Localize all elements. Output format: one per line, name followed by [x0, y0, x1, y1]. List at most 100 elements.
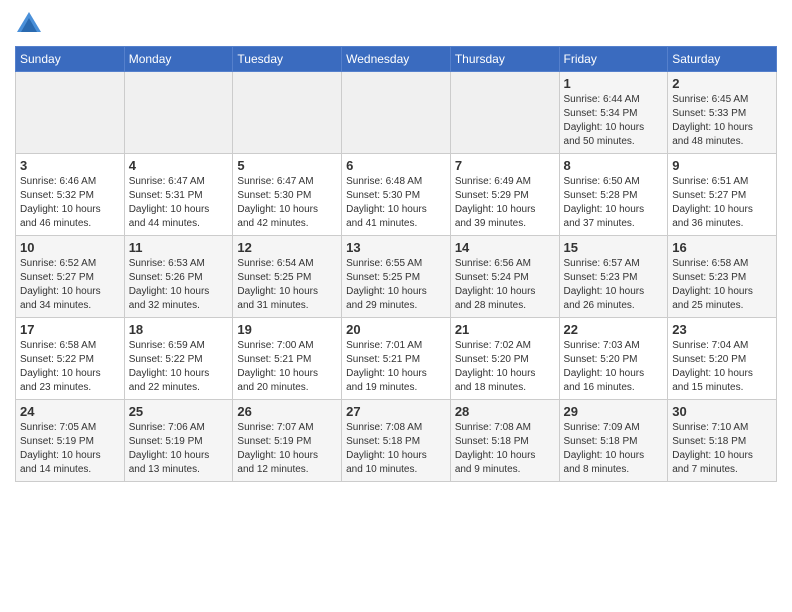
weekday-header-sunday: Sunday: [16, 47, 125, 72]
day-number: 17: [20, 322, 120, 337]
calendar-cell: 10 Sunrise: 6:52 AM Sunset: 5:27 PM Dayli…: [16, 236, 125, 318]
calendar-week-row: 3 Sunrise: 6:46 AM Sunset: 5:32 PM Daylig…: [16, 154, 777, 236]
day-number: 23: [672, 322, 772, 337]
day-info: Sunrise: 7:09 AM Sunset: 5:18 PM Dayligh…: [564, 421, 664, 477]
calendar-cell: 17 Sunrise: 6:58 AM Sunset: 5:22 PM Dayli…: [16, 318, 125, 400]
day-info: Sunrise: 6:51 AM Sunset: 5:27 PM Dayligh…: [672, 175, 772, 231]
day-number: 4: [129, 158, 229, 173]
calendar-cell: 16 Sunrise: 6:58 AM Sunset: 5:23 PM Dayli…: [668, 236, 777, 318]
calendar-cell: 18 Sunrise: 6:59 AM Sunset: 5:22 PM Dayli…: [124, 318, 233, 400]
day-info: Sunrise: 6:56 AM Sunset: 5:24 PM Dayligh…: [455, 257, 555, 313]
header: [15, 10, 777, 38]
day-info: Sunrise: 7:04 AM Sunset: 5:20 PM Dayligh…: [672, 339, 772, 395]
day-info: Sunrise: 6:45 AM Sunset: 5:33 PM Dayligh…: [672, 93, 772, 149]
calendar-cell: [124, 72, 233, 154]
day-number: 2: [672, 76, 772, 91]
weekday-header-thursday: Thursday: [450, 47, 559, 72]
day-number: 20: [346, 322, 446, 337]
day-info: Sunrise: 7:02 AM Sunset: 5:20 PM Dayligh…: [455, 339, 555, 395]
day-info: Sunrise: 7:08 AM Sunset: 5:18 PM Dayligh…: [346, 421, 446, 477]
day-info: Sunrise: 6:48 AM Sunset: 5:30 PM Dayligh…: [346, 175, 446, 231]
day-number: 5: [237, 158, 337, 173]
day-number: 18: [129, 322, 229, 337]
calendar-cell: [233, 72, 342, 154]
day-number: 24: [20, 404, 120, 419]
calendar-cell: 9 Sunrise: 6:51 AM Sunset: 5:27 PM Daylig…: [668, 154, 777, 236]
calendar-cell: 21 Sunrise: 7:02 AM Sunset: 5:20 PM Dayli…: [450, 318, 559, 400]
day-number: 10: [20, 240, 120, 255]
calendar-cell: 27Sunrise: 7:08 AM Sunset: 5:18 PM Dayli…: [342, 400, 451, 482]
day-number: 22: [564, 322, 664, 337]
day-info: Sunrise: 6:46 AM Sunset: 5:32 PM Dayligh…: [20, 175, 120, 231]
day-number: 11: [129, 240, 229, 255]
day-info: Sunrise: 6:54 AM Sunset: 5:25 PM Dayligh…: [237, 257, 337, 313]
calendar-week-row: 1 Sunrise: 6:44 AM Sunset: 5:34 PM Daylig…: [16, 72, 777, 154]
day-info: Sunrise: 6:58 AM Sunset: 5:23 PM Dayligh…: [672, 257, 772, 313]
calendar-cell: 1 Sunrise: 6:44 AM Sunset: 5:34 PM Daylig…: [559, 72, 668, 154]
day-number: 16: [672, 240, 772, 255]
calendar-cell: 15 Sunrise: 6:57 AM Sunset: 5:23 PM Dayli…: [559, 236, 668, 318]
calendar-cell: 4 Sunrise: 6:47 AM Sunset: 5:31 PM Daylig…: [124, 154, 233, 236]
day-number: 8: [564, 158, 664, 173]
day-info: Sunrise: 7:10 AM Sunset: 5:18 PM Dayligh…: [672, 421, 772, 477]
calendar-cell: 7Sunrise: 6:49 AM Sunset: 5:29 PM Daylig…: [450, 154, 559, 236]
day-number: 6: [346, 158, 446, 173]
calendar-week-row: 10 Sunrise: 6:52 AM Sunset: 5:27 PM Dayli…: [16, 236, 777, 318]
day-info: Sunrise: 6:47 AM Sunset: 5:31 PM Dayligh…: [129, 175, 229, 231]
calendar-cell: 26 Sunrise: 7:07 AM Sunset: 5:19 PM Dayli…: [233, 400, 342, 482]
calendar-cell: 29 Sunrise: 7:09 AM Sunset: 5:18 PM Dayli…: [559, 400, 668, 482]
day-number: 26: [237, 404, 337, 419]
weekday-header-wednesday: Wednesday: [342, 47, 451, 72]
day-info: Sunrise: 6:57 AM Sunset: 5:23 PM Dayligh…: [564, 257, 664, 313]
day-info: Sunrise: 7:01 AM Sunset: 5:21 PM Dayligh…: [346, 339, 446, 395]
calendar-cell: 13 Sunrise: 6:55 AM Sunset: 5:25 PM Dayli…: [342, 236, 451, 318]
day-number: 3: [20, 158, 120, 173]
day-info: Sunrise: 6:55 AM Sunset: 5:25 PM Dayligh…: [346, 257, 446, 313]
logo-icon: [15, 10, 43, 38]
day-info: Sunrise: 6:53 AM Sunset: 5:26 PM Dayligh…: [129, 257, 229, 313]
day-info: Sunrise: 7:06 AM Sunset: 5:19 PM Dayligh…: [129, 421, 229, 477]
calendar-header-row: SundayMondayTuesdayWednesdayThursdayFrid…: [16, 47, 777, 72]
day-info: Sunrise: 6:50 AM Sunset: 5:28 PM Dayligh…: [564, 175, 664, 231]
day-number: 13: [346, 240, 446, 255]
day-number: 1: [564, 76, 664, 91]
calendar-cell: 24 Sunrise: 7:05 AM Sunset: 5:19 PM Dayli…: [16, 400, 125, 482]
day-number: 30: [672, 404, 772, 419]
weekday-header-tuesday: Tuesday: [233, 47, 342, 72]
day-info: Sunrise: 7:03 AM Sunset: 5:20 PM Dayligh…: [564, 339, 664, 395]
day-number: 9: [672, 158, 772, 173]
calendar-cell: 20 Sunrise: 7:01 AM Sunset: 5:21 PM Dayli…: [342, 318, 451, 400]
calendar-cell: 19Sunrise: 7:00 AM Sunset: 5:21 PM Dayli…: [233, 318, 342, 400]
calendar-cell: 2 Sunrise: 6:45 AM Sunset: 5:33 PM Daylig…: [668, 72, 777, 154]
day-info: Sunrise: 6:44 AM Sunset: 5:34 PM Dayligh…: [564, 93, 664, 149]
day-info: Sunrise: 6:59 AM Sunset: 5:22 PM Dayligh…: [129, 339, 229, 395]
calendar-week-row: 24 Sunrise: 7:05 AM Sunset: 5:19 PM Dayli…: [16, 400, 777, 482]
day-number: 21: [455, 322, 555, 337]
day-info: Sunrise: 7:07 AM Sunset: 5:19 PM Dayligh…: [237, 421, 337, 477]
weekday-header-saturday: Saturday: [668, 47, 777, 72]
day-number: 29: [564, 404, 664, 419]
day-number: 7: [455, 158, 555, 173]
calendar-cell: 14 Sunrise: 6:56 AM Sunset: 5:24 PM Dayli…: [450, 236, 559, 318]
day-info: Sunrise: 6:52 AM Sunset: 5:27 PM Dayligh…: [20, 257, 120, 313]
day-info: Sunrise: 7:08 AM Sunset: 5:18 PM Dayligh…: [455, 421, 555, 477]
calendar-cell: [342, 72, 451, 154]
calendar-cell: 3 Sunrise: 6:46 AM Sunset: 5:32 PM Daylig…: [16, 154, 125, 236]
day-number: 25: [129, 404, 229, 419]
calendar-cell: 11 Sunrise: 6:53 AM Sunset: 5:26 PM Dayli…: [124, 236, 233, 318]
calendar-cell: 25 Sunrise: 7:06 AM Sunset: 5:19 PM Dayli…: [124, 400, 233, 482]
day-number: 14: [455, 240, 555, 255]
day-number: 15: [564, 240, 664, 255]
day-info: Sunrise: 7:05 AM Sunset: 5:19 PM Dayligh…: [20, 421, 120, 477]
calendar-cell: 12 Sunrise: 6:54 AM Sunset: 5:25 PM Dayli…: [233, 236, 342, 318]
day-number: 12: [237, 240, 337, 255]
calendar-cell: 6 Sunrise: 6:48 AM Sunset: 5:30 PM Daylig…: [342, 154, 451, 236]
day-info: Sunrise: 6:47 AM Sunset: 5:30 PM Dayligh…: [237, 175, 337, 231]
day-number: 19: [237, 322, 337, 337]
calendar-cell: 30 Sunrise: 7:10 AM Sunset: 5:18 PM Dayli…: [668, 400, 777, 482]
calendar-table: SundayMondayTuesdayWednesdayThursdayFrid…: [15, 46, 777, 482]
day-info: Sunrise: 6:58 AM Sunset: 5:22 PM Dayligh…: [20, 339, 120, 395]
day-number: 28: [455, 404, 555, 419]
calendar-cell: 5 Sunrise: 6:47 AM Sunset: 5:30 PM Daylig…: [233, 154, 342, 236]
weekday-header-monday: Monday: [124, 47, 233, 72]
